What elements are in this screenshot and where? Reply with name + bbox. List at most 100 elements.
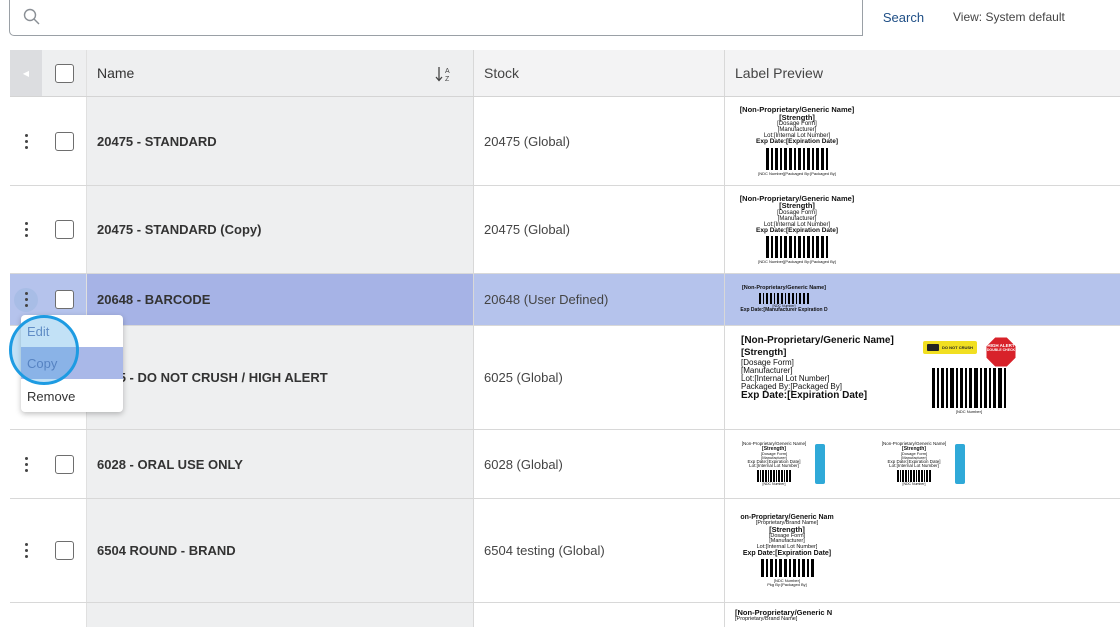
column-header-name-label: Name bbox=[97, 65, 135, 81]
column-header-label-preview: Label Preview bbox=[725, 50, 1120, 96]
pill-crusher-icon bbox=[927, 343, 940, 351]
label-preview: [Non-Proprietary/Generic Name] [NDC Numb… bbox=[725, 274, 1120, 325]
table-row[interactable]: [Non-Proprietary/Generic N [Proprietary/… bbox=[10, 603, 1120, 627]
row-checkbox[interactable] bbox=[54, 541, 74, 560]
oral-use-sticker bbox=[955, 444, 965, 484]
row-menu-cell bbox=[10, 97, 42, 185]
label-preview-image: [Non-Proprietary/Generic Name] [Strength… bbox=[737, 441, 825, 486]
row-stock: 20648 (User Defined) bbox=[474, 274, 725, 325]
label-preview-image: [Non-Proprietary/Generic Name] [Strength… bbox=[735, 195, 859, 265]
kebab-menu-button[interactable] bbox=[14, 287, 38, 312]
row-stock: 6025 (Global) bbox=[474, 326, 725, 429]
left-arrow-icon: ◀ bbox=[22, 68, 30, 78]
barcode-image bbox=[735, 559, 839, 578]
label-ndc: [NDC Number] bbox=[955, 408, 983, 414]
row-checkbox-cell bbox=[42, 603, 86, 627]
svg-text:A: A bbox=[445, 68, 450, 75]
collapse-toggle[interactable]: ◀ bbox=[10, 50, 42, 96]
table-row[interactable]: 6028 - ORAL USE ONLY 6028 (Global) [Non-… bbox=[10, 430, 1120, 499]
row-name: 20475 - STANDARD (Copy) bbox=[86, 186, 474, 273]
barcode-image bbox=[737, 469, 811, 482]
label-preview: [Non-Proprietary/Generic Name] [Strength… bbox=[725, 326, 1120, 429]
label-preview-image: [Non-Proprietary/Generic Name] [Strength… bbox=[735, 106, 859, 176]
search-input[interactable] bbox=[50, 3, 850, 31]
row-name: 20475 - STANDARD bbox=[86, 97, 474, 185]
table-row[interactable]: 20475 - STANDARD (Copy) 20475 (Global) [… bbox=[10, 186, 1120, 274]
barcode-block: [NDC Number] bbox=[921, 367, 1017, 414]
kebab-menu-icon[interactable] bbox=[24, 456, 28, 472]
row-checkbox[interactable] bbox=[54, 290, 74, 309]
table-row-selected[interactable]: 20648 - BARCODE 20648 (User Defined) [No… bbox=[10, 274, 1120, 326]
label-text-block: [Non-Proprietary/Generic Name] [Strength… bbox=[877, 441, 951, 486]
label-generic-name: [Non-Proprietary/Generic Name] bbox=[741, 334, 894, 346]
column-header-label-preview-label: Label Preview bbox=[735, 65, 823, 81]
view-selector[interactable]: View: System default bbox=[953, 10, 1065, 24]
row-menu-cell bbox=[10, 186, 42, 273]
search-button[interactable]: Search bbox=[862, 0, 944, 36]
label-preview-image: [Non-Proprietary/Generic Name] [Strength… bbox=[741, 334, 1021, 420]
select-all-checkbox[interactable] bbox=[54, 63, 74, 83]
label-preview: [Non-Proprietary/Generic Name] [Strength… bbox=[725, 97, 1120, 185]
row-name: 6025 - DO NOT CRUSH / HIGH ALERT bbox=[86, 326, 474, 429]
column-header-stock[interactable]: Stock bbox=[474, 50, 725, 96]
label-preview: on-Proprietary/Generic Nam [Proprietary/… bbox=[725, 499, 1120, 602]
kebab-menu-icon[interactable] bbox=[24, 292, 28, 307]
label-lot: Lot:[Internal Lot Number] bbox=[889, 463, 939, 468]
double-check-label: DOUBLE CHECK bbox=[986, 348, 1016, 353]
label-exp: Exp Date:[Expiration Date] bbox=[756, 138, 838, 146]
label-exp: Exp Date:[Manufacturer Expiration D bbox=[740, 307, 828, 313]
row-name: 20648 - BARCODE bbox=[86, 274, 474, 325]
row-stock: 20475 (Global) bbox=[474, 186, 725, 273]
click-highlight-indicator bbox=[9, 315, 79, 385]
table-row[interactable]: 6025 - DO NOT CRUSH / HIGH ALERT 6025 (G… bbox=[10, 326, 1120, 430]
row-checkbox[interactable] bbox=[54, 220, 74, 239]
row-stock: 20475 (Global) bbox=[474, 97, 725, 185]
table-row[interactable]: 20475 - STANDARD 20475 (Global) [Non-Pro… bbox=[10, 97, 1120, 186]
label-preview-image: [Non-Proprietary/Generic N [Proprietary/… bbox=[735, 609, 832, 622]
row-stock: 6504 testing (Global) bbox=[474, 499, 725, 602]
kebab-menu-icon[interactable] bbox=[24, 222, 28, 237]
barcode-image bbox=[725, 292, 843, 304]
label-preview-image: [Non-Proprietary/Generic Name] [Strength… bbox=[877, 441, 965, 486]
label-exp: Exp Date:[Expiration Date] bbox=[756, 226, 838, 234]
row-name bbox=[86, 603, 474, 627]
label-exp: Exp Date:[Expiration Date] bbox=[741, 390, 868, 401]
label-ndc-packaged: [NDC Number][Packaged By:[Packaged By] bbox=[758, 259, 836, 265]
column-header-stock-label: Stock bbox=[484, 65, 520, 81]
do-not-crush-sticker: DO NOT CRUSH bbox=[923, 340, 977, 354]
sort-az-icon[interactable]: A Z bbox=[435, 65, 453, 83]
barcode-image bbox=[877, 469, 951, 482]
select-all-cell bbox=[42, 50, 86, 96]
table-header: ◀ Name A Z Stock Label Preview bbox=[10, 50, 1120, 97]
row-checkbox[interactable] bbox=[54, 454, 74, 474]
kebab-menu-icon[interactable] bbox=[24, 133, 28, 149]
barcode-image bbox=[921, 367, 1017, 408]
label-text-block: [Non-Proprietary/Generic Name] [Strength… bbox=[737, 441, 811, 486]
barcode-image bbox=[735, 236, 859, 259]
row-checkbox-cell bbox=[42, 430, 86, 498]
label-preview: [Non-Proprietary/Generic Name] [Strength… bbox=[725, 186, 1120, 273]
column-header-name[interactable]: Name A Z bbox=[86, 50, 474, 96]
row-stock bbox=[474, 603, 725, 627]
search-bar: Search bbox=[9, 0, 944, 36]
row-menu-cell bbox=[10, 499, 42, 602]
label-preview: [Non-Proprietary/Generic N [Proprietary/… bbox=[725, 603, 1120, 627]
row-checkbox[interactable] bbox=[54, 131, 74, 151]
label-preview-image: on-Proprietary/Generic Nam [Proprietary/… bbox=[735, 514, 839, 588]
row-checkbox-cell bbox=[42, 499, 86, 602]
row-checkbox-cell bbox=[42, 186, 86, 273]
do-not-crush-text: DO NOT CRUSH bbox=[942, 344, 973, 350]
table-row[interactable]: 6504 ROUND - BRAND 6504 testing (Global)… bbox=[10, 499, 1120, 603]
row-name: 6028 - ORAL USE ONLY bbox=[86, 430, 474, 498]
label-lot: Lot:[Internal Lot Number] bbox=[749, 463, 799, 468]
row-stock: 6028 (Global) bbox=[474, 430, 725, 498]
search-icon bbox=[23, 8, 40, 25]
oral-use-sticker bbox=[815, 444, 825, 484]
label-text-block: [Non-Proprietary/Generic Name] [Strength… bbox=[741, 334, 894, 402]
label-pkg-by: Pkg By:[Packaged By] bbox=[767, 582, 807, 588]
label-preview-image: [Non-Proprietary/Generic Name] [NDC Numb… bbox=[725, 285, 843, 313]
label-strength: [Strength] bbox=[741, 346, 787, 358]
kebab-menu-icon[interactable] bbox=[24, 543, 28, 558]
menu-item-remove[interactable]: Remove bbox=[21, 380, 123, 412]
label-exp: Exp Date:[Expiration Date] bbox=[742, 550, 832, 558]
